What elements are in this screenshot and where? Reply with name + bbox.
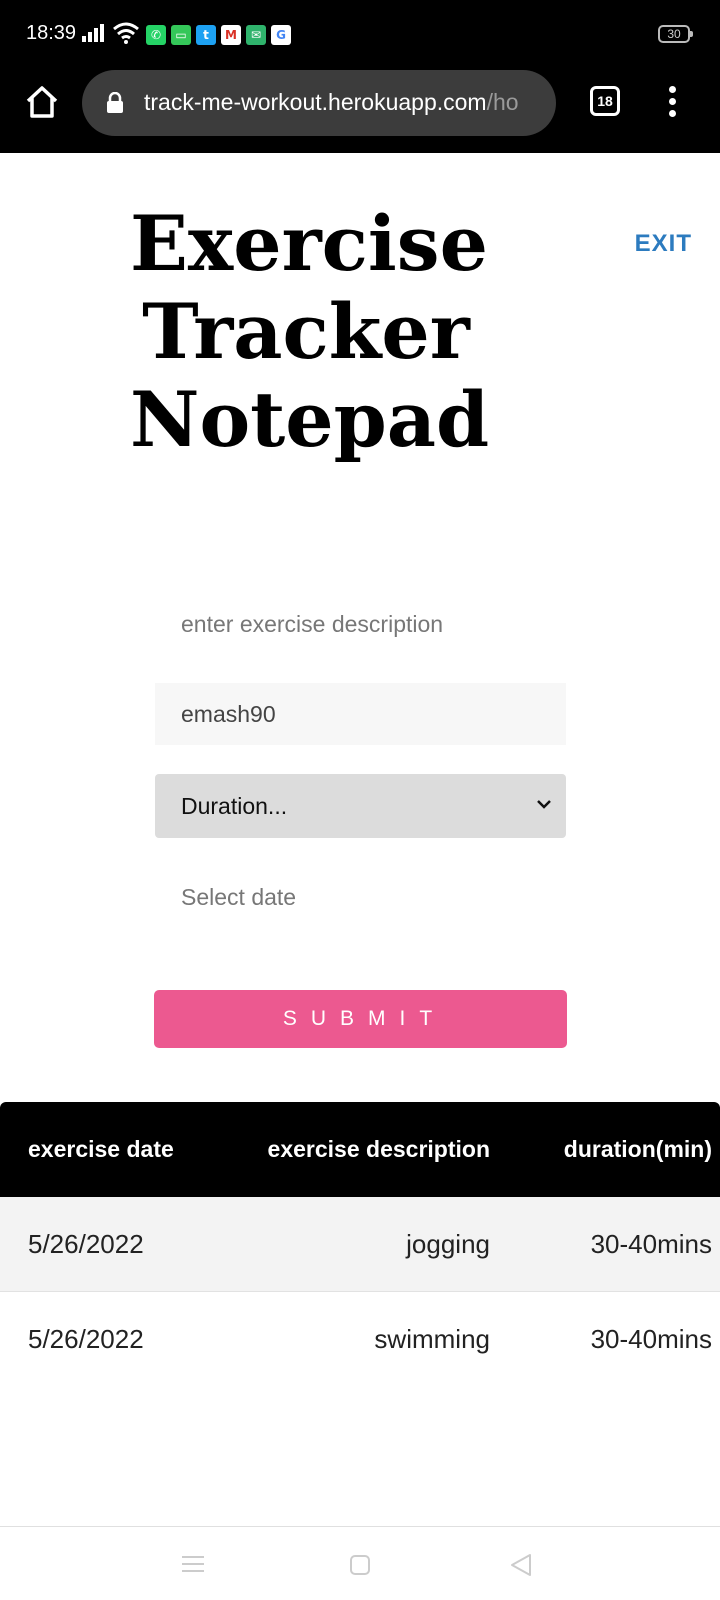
submit-button[interactable]: SUBMIT (154, 990, 567, 1048)
email-icon: ✉ (246, 25, 266, 45)
cell-description: jogging (406, 1228, 490, 1259)
address-bar[interactable]: track-me-workout.herokuapp.com/ho (82, 70, 556, 136)
signal-icon (82, 24, 104, 42)
nav-home-icon[interactable] (350, 1555, 370, 1575)
twitter-icon: t (196, 25, 216, 45)
cell-duration: 30-40mins (590, 1228, 712, 1259)
wifi-icon (113, 22, 139, 44)
url-path: /ho (486, 89, 519, 115)
status-time: 18:39 (26, 22, 77, 44)
system-nav-bar (0, 1526, 720, 1600)
table-row: 5/26/2022 swimming 30-40mins (0, 1292, 720, 1387)
table-row: 5/26/2022 jogging 30-40mins (0, 1197, 720, 1292)
notification-icons: ✆ ▭ t M ✉ G (146, 25, 291, 45)
url-text: track-me-workout.herokuapp.com/ho (144, 89, 544, 116)
browser-toolbar: track-me-workout.herokuapp.com/ho 18 (0, 68, 720, 153)
cell-date: 5/26/2022 (28, 1228, 144, 1259)
description-input[interactable]: enter exercise description (155, 593, 566, 655)
cell-duration: 30-40mins (590, 1324, 712, 1354)
exercise-table: exercise date exercise description durat… (0, 1102, 720, 1387)
table-header: exercise date exercise description durat… (0, 1102, 720, 1197)
lock-icon (107, 92, 123, 113)
header-exercise-date: exercise date (28, 1136, 174, 1162)
google-icon: G (271, 25, 291, 45)
tab-switcher-button[interactable]: 18 (590, 86, 620, 116)
exit-link[interactable]: EXIT (635, 230, 692, 258)
back-icon[interactable] (510, 1553, 532, 1577)
status-bar: 18:39 ✆ ▭ t M ✉ G 30 (0, 0, 720, 68)
whatsapp-icon: ✆ (146, 25, 166, 45)
home-icon[interactable] (24, 84, 60, 120)
cell-description: swimming (374, 1324, 490, 1354)
battery-icon: 30 (658, 25, 693, 43)
gmail-icon: M (221, 25, 241, 45)
username-field[interactable]: emash90 (155, 683, 566, 745)
chevron-down-icon (537, 800, 551, 809)
more-menu-icon[interactable] (662, 86, 682, 120)
page-title: Exercise Tracker Notepad (130, 199, 490, 464)
duration-selected-value: Duration... (181, 792, 288, 819)
duration-select[interactable]: Duration... (155, 774, 566, 838)
url-host: track-me-workout.herokuapp.com (144, 89, 487, 115)
header-exercise-description: exercise description (267, 1136, 490, 1162)
header-duration: duration(min) (563, 1136, 712, 1162)
date-input[interactable]: Select date (155, 866, 566, 928)
messages-icon: ▭ (171, 25, 191, 45)
recents-icon[interactable] (182, 1555, 204, 1573)
cell-date: 5/26/2022 (28, 1324, 144, 1354)
